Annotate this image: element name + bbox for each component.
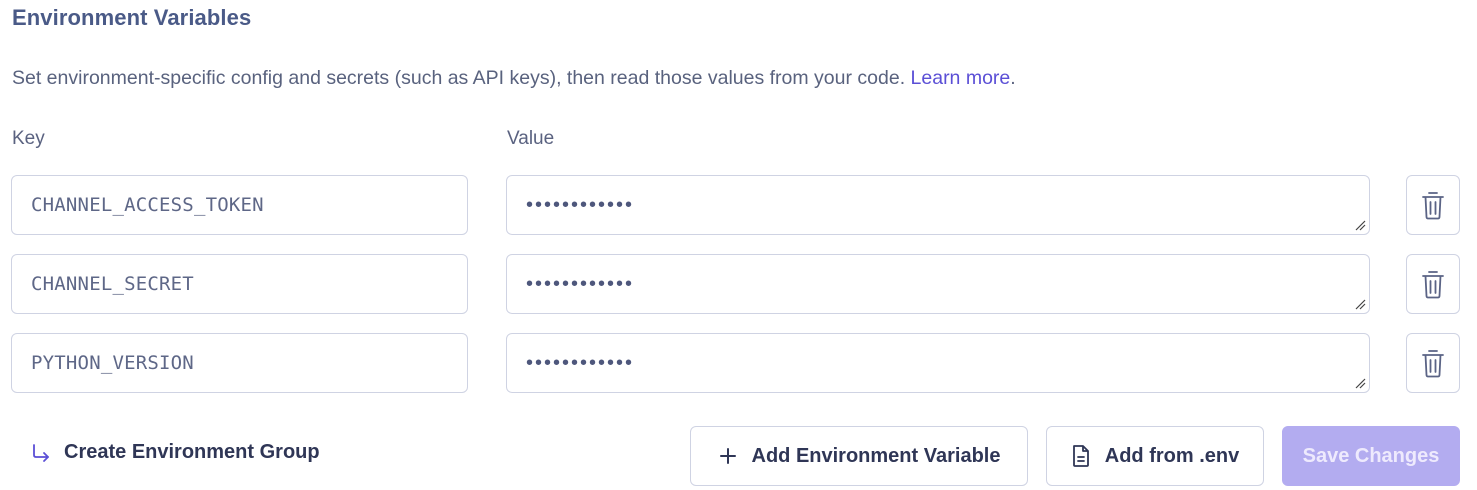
env-key-input[interactable]: PYTHON_VERSION xyxy=(11,333,468,393)
section-description: Set environment-specific config and secr… xyxy=(12,67,1016,90)
masked-value: •••••••••••• xyxy=(526,272,635,295)
delete-env-var-button[interactable] xyxy=(1406,175,1460,235)
env-value-input[interactable]: •••••••••••• xyxy=(506,175,1370,235)
description-period: . xyxy=(1010,67,1016,89)
add-environment-variable-label: Add Environment Variable xyxy=(751,444,1001,467)
key-column-label: Key xyxy=(12,128,45,149)
save-changes-button[interactable]: Save Changes xyxy=(1282,426,1460,486)
arrow-turn-down-right-icon xyxy=(33,443,49,462)
add-from-env-button[interactable]: Add from .env xyxy=(1046,426,1264,486)
env-key-input[interactable]: CHANNEL_SECRET xyxy=(11,254,468,314)
save-changes-label: Save Changes xyxy=(1302,444,1440,467)
trash-icon xyxy=(1422,192,1444,220)
learn-more-link[interactable]: Learn more xyxy=(911,67,1011,89)
env-value-input[interactable]: •••••••••••• xyxy=(506,333,1370,393)
resize-grip-icon[interactable] xyxy=(1355,378,1366,389)
create-environment-group-link[interactable]: Create Environment Group xyxy=(30,441,320,464)
delete-env-var-button[interactable] xyxy=(1406,254,1460,314)
masked-value: •••••••••••• xyxy=(526,351,635,374)
file-icon xyxy=(1071,444,1091,468)
environment-variables-panel: Environment Variables Set environment-sp… xyxy=(0,0,1477,490)
section-title: Environment Variables xyxy=(12,5,252,30)
resize-grip-icon[interactable] xyxy=(1355,220,1366,231)
plus-icon xyxy=(718,446,738,466)
create-environment-group-label: Create Environment Group xyxy=(64,441,320,463)
delete-env-var-button[interactable] xyxy=(1406,333,1460,393)
add-from-env-label: Add from .env xyxy=(1104,444,1240,467)
description-text: Set environment-specific config and secr… xyxy=(12,67,906,89)
trash-icon xyxy=(1422,350,1444,378)
resize-grip-icon[interactable] xyxy=(1355,299,1366,310)
masked-value: •••••••••••• xyxy=(526,193,635,216)
trash-icon xyxy=(1422,271,1444,299)
env-value-input[interactable]: •••••••••••• xyxy=(506,254,1370,314)
env-key-input[interactable]: CHANNEL_ACCESS_TOKEN xyxy=(11,175,468,235)
add-environment-variable-button[interactable]: Add Environment Variable xyxy=(690,426,1028,486)
value-column-label: Value xyxy=(507,128,555,149)
